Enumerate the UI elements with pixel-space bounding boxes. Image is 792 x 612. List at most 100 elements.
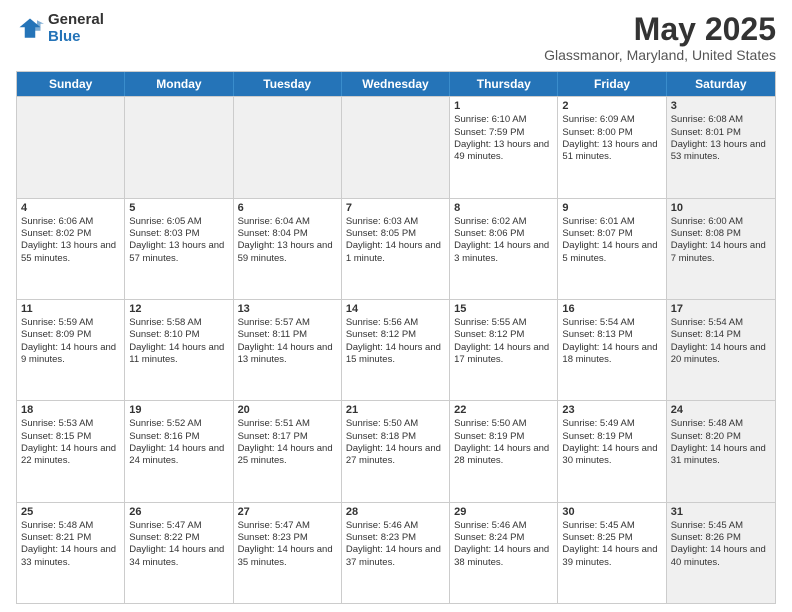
daylight-text: Daylight: 14 hours and 1 minute. [346, 240, 445, 265]
daylight-text: Daylight: 14 hours and 30 minutes. [562, 443, 661, 468]
sunset-text: Sunset: 8:11 PM [238, 329, 337, 341]
sunrise-text: Sunrise: 5:54 AM [671, 317, 771, 329]
month-title: May 2025 [544, 12, 776, 47]
calendar: SundayMondayTuesdayWednesdayThursdayFrid… [16, 71, 776, 604]
day-cell-26: 26Sunrise: 5:47 AMSunset: 8:22 PMDayligh… [125, 503, 233, 603]
sunrise-text: Sunrise: 5:48 AM [671, 418, 771, 430]
day-number: 19 [129, 404, 228, 416]
day-number: 4 [21, 202, 120, 214]
sunset-text: Sunset: 7:59 PM [454, 127, 553, 139]
sunrise-text: Sunrise: 5:57 AM [238, 317, 337, 329]
day-cell-13: 13 Sunrise: 5:57 AMSunset: 8:11 PMDayligh… [234, 300, 342, 400]
day-cell-14: 14Sunrise: 5:56 AMSunset: 8:12 PMDayligh… [342, 300, 450, 400]
sunrise-text: Sunrise: 5:50 AM [346, 418, 445, 430]
daylight-text: Daylight: 13 hours and 51 minutes. [562, 139, 661, 164]
sunset-text: Sunset: 8:10 PM [129, 329, 228, 341]
daylight-text: Daylight: 14 hours and 18 minutes. [562, 342, 661, 367]
sunrise-text: Sunrise: 5:50 AM [454, 418, 553, 430]
day-number: 25 [21, 506, 120, 518]
logo-blue-text: Blue [48, 29, 104, 46]
sunrise-text: Sunrise: 5:56 AM [346, 317, 445, 329]
day-number: 13 [238, 303, 337, 315]
day-number: 6 [238, 202, 337, 214]
sunrise-text: Sunrise: 6:03 AM [346, 216, 445, 228]
sunset-text: Sunset: 8:08 PM [671, 228, 771, 240]
day-number: 8 [454, 202, 553, 214]
daylight-text: Daylight: 13 hours and 57 minutes. [129, 240, 228, 265]
calendar-header: SundayMondayTuesdayWednesdayThursdayFrid… [17, 72, 775, 96]
day-number: 2 [562, 100, 661, 112]
daylight-text: Daylight: 13 hours and 49 minutes. [454, 139, 553, 164]
sunset-text: Sunset: 8:22 PM [129, 532, 228, 544]
day-number: 17 [671, 303, 771, 315]
sunset-text: Sunset: 8:15 PM [21, 431, 120, 443]
daylight-text: Daylight: 14 hours and 34 minutes. [129, 544, 228, 569]
daylight-text: Daylight: 14 hours and 38 minutes. [454, 544, 553, 569]
day-number: 15 [454, 303, 553, 315]
calendar-body: 1Sunrise: 6:10 AMSunset: 7:59 PMDaylight… [17, 96, 775, 603]
sunrise-text: Sunrise: 5:58 AM [129, 317, 228, 329]
calendar-row-4: 25Sunrise: 5:48 AMSunset: 8:21 PMDayligh… [17, 502, 775, 603]
empty-cell-0-2 [234, 97, 342, 197]
sunset-text: Sunset: 8:23 PM [346, 532, 445, 544]
sunset-text: Sunset: 8:17 PM [238, 431, 337, 443]
sunrise-text: Sunrise: 5:52 AM [129, 418, 228, 430]
sunrise-text: Sunrise: 6:04 AM [238, 216, 337, 228]
sunrise-text: Sunrise: 5:51 AM [238, 418, 337, 430]
day-number: 31 [671, 506, 771, 518]
day-number: 30 [562, 506, 661, 518]
calendar-row-2: 11Sunrise: 5:59 AMSunset: 8:09 PMDayligh… [17, 299, 775, 400]
daylight-text: Daylight: 14 hours and 35 minutes. [238, 544, 337, 569]
logo-icon [16, 15, 44, 43]
day-number: 1 [454, 100, 553, 112]
sunrise-text: Sunrise: 6:06 AM [21, 216, 120, 228]
day-number: 12 [129, 303, 228, 315]
empty-cell-0-0 [17, 97, 125, 197]
day-cell-20: 20Sunrise: 5:51 AMSunset: 8:17 PMDayligh… [234, 401, 342, 501]
calendar-row-3: 18Sunrise: 5:53 AMSunset: 8:15 PMDayligh… [17, 400, 775, 501]
sunrise-text: Sunrise: 5:54 AM [562, 317, 661, 329]
sunset-text: Sunset: 8:04 PM [238, 228, 337, 240]
sunrise-text: Sunrise: 5:47 AM [238, 520, 337, 532]
daylight-text: Daylight: 14 hours and 37 minutes. [346, 544, 445, 569]
sunrise-text: Sunrise: 5:53 AM [21, 418, 120, 430]
sunset-text: Sunset: 8:06 PM [454, 228, 553, 240]
daylight-text: Daylight: 14 hours and 13 minutes. [238, 342, 337, 367]
day-cell-2: 2Sunrise: 6:09 AMSunset: 8:00 PMDaylight… [558, 97, 666, 197]
day-number: 9 [562, 202, 661, 214]
daylight-text: Daylight: 14 hours and 31 minutes. [671, 443, 771, 468]
daylight-text: Daylight: 14 hours and 3 minutes. [454, 240, 553, 265]
day-cell-29: 29Sunrise: 5:46 AMSunset: 8:24 PMDayligh… [450, 503, 558, 603]
sunrise-text: Sunrise: 6:02 AM [454, 216, 553, 228]
sunrise-text: Sunrise: 5:55 AM [454, 317, 553, 329]
daylight-text: Daylight: 14 hours and 28 minutes. [454, 443, 553, 468]
sunset-text: Sunset: 8:07 PM [562, 228, 661, 240]
sunset-text: Sunset: 8:20 PM [671, 431, 771, 443]
sunrise-text: Sunrise: 5:59 AM [21, 317, 120, 329]
sunset-text: Sunset: 8:03 PM [129, 228, 228, 240]
day-number: 14 [346, 303, 445, 315]
sunrise-text: Sunrise: 6:09 AM [562, 114, 661, 126]
page: General Blue May 2025 Glassmanor, Maryla… [0, 0, 792, 612]
sunset-text: Sunset: 8:02 PM [21, 228, 120, 240]
weekday-header-friday: Friday [558, 72, 666, 96]
sunrise-text: Sunrise: 5:49 AM [562, 418, 661, 430]
day-cell-11: 11Sunrise: 5:59 AMSunset: 8:09 PMDayligh… [17, 300, 125, 400]
daylight-text: Daylight: 14 hours and 33 minutes. [21, 544, 120, 569]
day-cell-7: 7Sunrise: 6:03 AMSunset: 8:05 PMDaylight… [342, 199, 450, 299]
day-number: 10 [671, 202, 771, 214]
day-cell-22: 22Sunrise: 5:50 AMSunset: 8:19 PMDayligh… [450, 401, 558, 501]
day-number: 27 [238, 506, 337, 518]
weekday-header-sunday: Sunday [17, 72, 125, 96]
daylight-text: Daylight: 14 hours and 11 minutes. [129, 342, 228, 367]
day-cell-6: 6 Sunrise: 6:04 AMSunset: 8:04 PMDaylight… [234, 199, 342, 299]
sunrise-text: Sunrise: 5:46 AM [346, 520, 445, 532]
sunset-text: Sunset: 8:19 PM [454, 431, 553, 443]
day-number: 11 [21, 303, 120, 315]
sunset-text: Sunset: 8:12 PM [454, 329, 553, 341]
calendar-row-0: 1Sunrise: 6:10 AMSunset: 7:59 PMDaylight… [17, 96, 775, 197]
day-number: 5 [129, 202, 228, 214]
daylight-text: Daylight: 13 hours and 59 minutes. [238, 240, 337, 265]
day-cell-27: 27Sunrise: 5:47 AMSunset: 8:23 PMDayligh… [234, 503, 342, 603]
calendar-row-1: 4 Sunrise: 6:06 AMSunset: 8:02 PM Daylight… [17, 198, 775, 299]
